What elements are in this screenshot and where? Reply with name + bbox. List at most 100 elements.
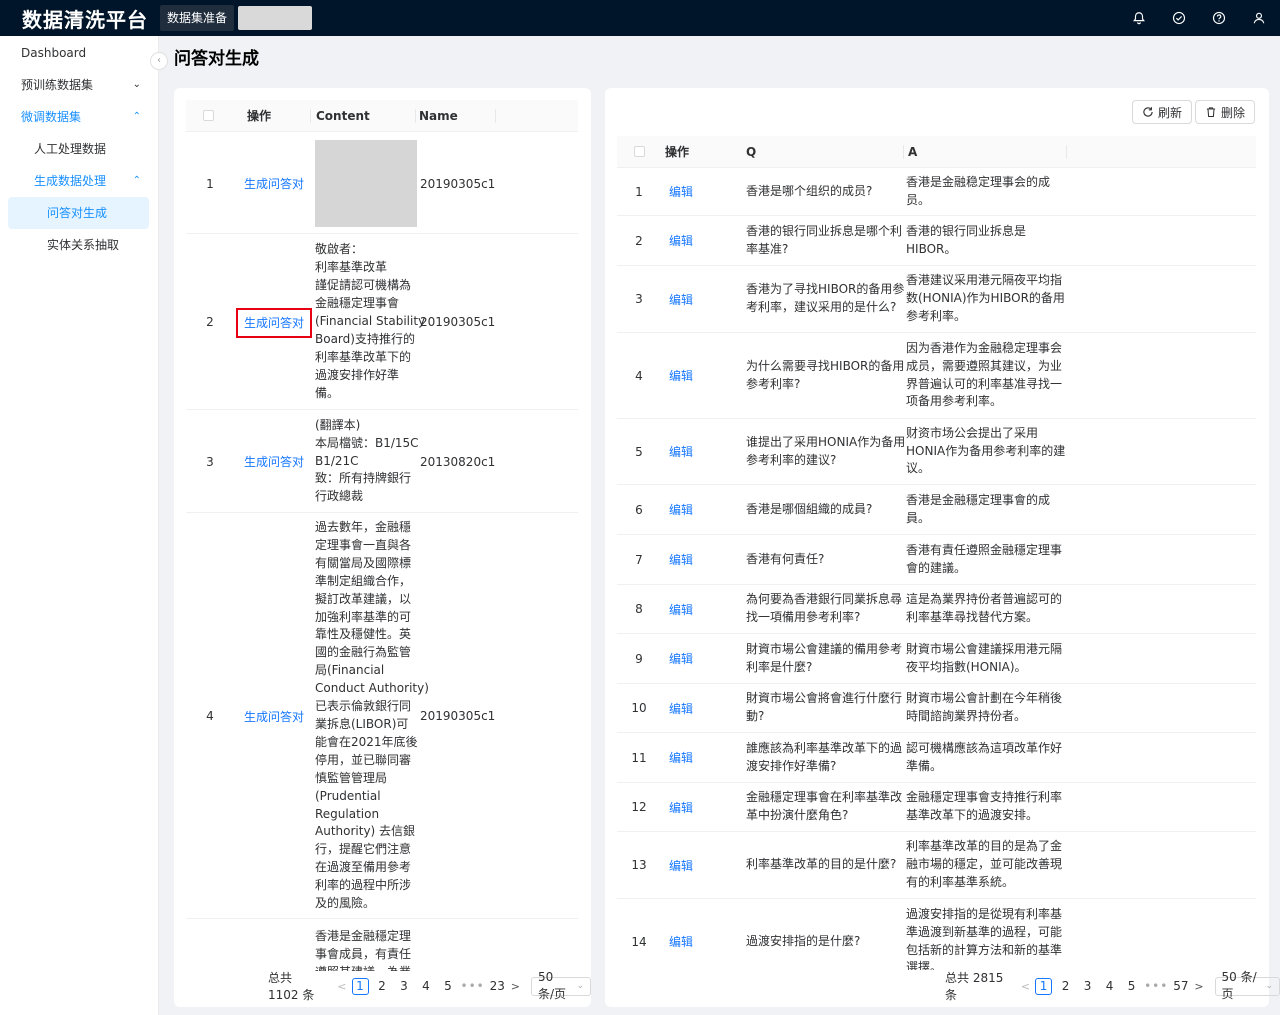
edit-link[interactable]: 编辑	[669, 293, 693, 307]
page-5[interactable]: 5	[440, 979, 457, 993]
sidebar-item-finetune[interactable]: 微调数据集 ⌃	[0, 101, 158, 133]
sidebar-item-pretrain[interactable]: 预训练数据集 ⌄	[0, 69, 158, 101]
page-1[interactable]: 1	[351, 977, 369, 995]
more-pages-icon[interactable]: •••	[1144, 979, 1168, 993]
select-all-checkbox[interactable]	[634, 146, 645, 157]
generate-qa-link[interactable]: 生成问答对	[244, 710, 304, 724]
help-icon[interactable]	[1212, 11, 1226, 25]
user-icon[interactable]	[1252, 11, 1266, 25]
edit-link[interactable]: 编辑	[669, 369, 693, 383]
edit-link[interactable]: 编辑	[669, 185, 693, 199]
sidebar-item-dashboard[interactable]: Dashboard	[0, 37, 158, 69]
edit-link[interactable]: 编辑	[669, 751, 693, 765]
row-op-cell: 编辑	[661, 183, 741, 200]
edit-link[interactable]: 编辑	[669, 702, 693, 716]
more-pages-icon[interactable]: •••	[461, 979, 485, 993]
page-4[interactable]: 4	[1101, 979, 1118, 993]
prev-page-icon[interactable]: <	[1021, 980, 1030, 993]
row-question: 誰應該為利率基準改革下的過 渡安排作好準備?	[746, 740, 903, 773]
left-table-card: 操作 Content Name 1 生成问答对 20190305c1 2 生成问…	[174, 88, 591, 1007]
row-answer: 香港是金融稳定理事会的成 员。	[906, 174, 1051, 207]
table-row: 香港是金融穩定理 事會成員，有責任 遵照其建議，為業	[186, 920, 578, 971]
bell-icon[interactable]	[1132, 11, 1146, 25]
generate-qa-link[interactable]: 生成问答对	[235, 307, 312, 338]
row-answer: 因为香港作为金融稳定理事会 成员，需要遵照其建议，为业 界普遍认可的利率基准寻找…	[906, 340, 1063, 409]
page-1[interactable]: 1	[1035, 977, 1053, 995]
page-3[interactable]: 3	[396, 979, 413, 993]
row-op-cell: 编辑	[661, 443, 741, 460]
top-nav-placeholder-tab[interactable]	[238, 6, 313, 30]
sidebar-item-entity-extraction[interactable]: 实体关系抽取	[0, 229, 158, 261]
page-last[interactable]: 57	[1172, 979, 1189, 993]
generate-qa-link[interactable]: 生成问答对	[244, 177, 304, 191]
left-table-body[interactable]: 1 生成问答对 20190305c1 2 生成问答对 敬啟者： 利率基準改革 謹…	[186, 133, 578, 971]
edit-link[interactable]: 编辑	[669, 652, 693, 666]
row-name: 20130820c1	[420, 454, 496, 469]
trash-icon	[1206, 107, 1216, 118]
page-4[interactable]: 4	[418, 979, 435, 993]
page-2[interactable]: 2	[1057, 979, 1074, 993]
header-op: 操作	[247, 109, 272, 123]
edit-link[interactable]: 编辑	[669, 234, 693, 248]
select-all-checkbox[interactable]	[203, 110, 214, 121]
header-divider	[1066, 144, 1067, 159]
refresh-button[interactable]: 刷新	[1132, 100, 1193, 124]
pagination-total: 总共 2815 条	[945, 971, 1004, 1002]
row-answer: 利率基準改革的目的是為了金 融市場的穩定，並可能改善現 有的利率基準系統。	[906, 839, 1063, 889]
row-question: 香港的银行同业拆息是哪个利 率基准?	[746, 223, 903, 256]
header-a: A	[908, 144, 918, 159]
next-page-icon[interactable]: >	[1194, 980, 1203, 993]
row-answer: 香港有責任遵照金融穩定理事 會的建議。	[906, 542, 1063, 575]
row-op-cell: 生成问答对	[234, 307, 314, 338]
edit-link[interactable]: 编辑	[669, 859, 693, 873]
table-row: 2 生成问答对 敬啟者： 利率基準改革 謹促請認可機構為 金融穩定理事會 (Fi…	[186, 235, 578, 410]
edit-link[interactable]: 编辑	[669, 445, 693, 459]
edit-link[interactable]: 编辑	[669, 935, 693, 949]
row-index: 3	[206, 454, 214, 469]
chevron-down-icon: ⌄	[576, 980, 584, 991]
sidebar-item-qa-generation[interactable]: 问答对生成	[8, 197, 149, 229]
sidebar-collapse-button[interactable]: ‹	[150, 52, 168, 70]
table-row: 3 生成问答对 (翻譯本) 本局檔號：B1/15C B1/21C 致：所有持牌銀…	[186, 411, 578, 513]
table-row: 9 编辑 財資市場公會建議的備用參考 利率是什麼? 財資市場公會建議採用港元隔 夜平均…	[617, 634, 1256, 684]
row-op-cell: 编辑	[661, 367, 741, 384]
check-circle-icon[interactable]	[1172, 11, 1186, 25]
edit-link[interactable]: 编辑	[669, 503, 693, 517]
right-table-body[interactable]: 1 编辑 香港是哪个组织的成员? 香港是金融稳定理事会的成 员。 2 编辑 香港的银行同业拆…	[617, 168, 1256, 970]
sidebar-item-label: 人工处理数据	[34, 142, 107, 156]
row-index: 14	[631, 934, 647, 949]
table-row: 1 生成问答对 20190305c1	[186, 134, 578, 234]
prev-page-icon[interactable]: <	[337, 980, 346, 993]
row-index: 12	[631, 800, 647, 814]
page-size-select[interactable]: 50 条/页 ⌄	[530, 970, 591, 1001]
top-nav-dataset-prep[interactable]: 数据集准备	[160, 5, 235, 31]
table-row: 10 编辑 財資市場公會將會進行什麼行 動? 財資市場公會計劃在今年稍後 時間諮詢業界…	[617, 684, 1256, 733]
delete-button[interactable]: 删除	[1195, 100, 1256, 124]
row-answer: 認可機構應該為這項改革作好 準備。	[906, 740, 1063, 773]
table-row: 5 编辑 谁提出了采用HONIA作为备用 参考利率的建议? 财资市场公会提出了采用 H…	[617, 419, 1256, 485]
row-answer: 香港建议采用港元隔夜平均指 数(HONIA)作为HIBOR的备用 参考利率。	[906, 273, 1065, 323]
sidebar-item-manual[interactable]: 人工处理数据	[0, 133, 158, 165]
generate-qa-link[interactable]: 生成问答对	[244, 455, 304, 469]
table-row: 1 编辑 香港是哪个组织的成员? 香港是金融稳定理事会的成 员。	[617, 168, 1256, 216]
page-size-select[interactable]: 50 条/页 ⌄	[1214, 970, 1280, 1001]
sidebar-item-generated[interactable]: 生成数据处理 ⌃	[0, 165, 158, 197]
edit-link[interactable]: 编辑	[669, 553, 693, 567]
edit-link[interactable]: 编辑	[669, 603, 693, 617]
header-content: Content	[316, 108, 370, 123]
page-3[interactable]: 3	[1079, 979, 1096, 993]
header-divider	[495, 108, 496, 123]
next-page-icon[interactable]: >	[511, 980, 520, 993]
row-question: 谁提出了采用HONIA作为备用 参考利率的建议?	[746, 434, 906, 467]
table-row: 7 编辑 香港有何責任? 香港有責任遵照金融穩定理事 會的建議。	[617, 535, 1256, 585]
edit-link[interactable]: 编辑	[669, 801, 693, 815]
page-size-value: 50 条/页	[537, 970, 566, 1001]
row-index: 6	[635, 502, 643, 517]
page-2[interactable]: 2	[374, 979, 391, 993]
top-nav: 数据集准备	[160, 0, 313, 36]
page-5[interactable]: 5	[1123, 979, 1140, 993]
page-last[interactable]: 23	[489, 979, 506, 993]
row-question: 为什么需要寻找HIBOR的备用 参考利率?	[746, 358, 905, 391]
content-image-placeholder	[315, 140, 417, 227]
page-title: 问答对生成	[174, 49, 259, 69]
